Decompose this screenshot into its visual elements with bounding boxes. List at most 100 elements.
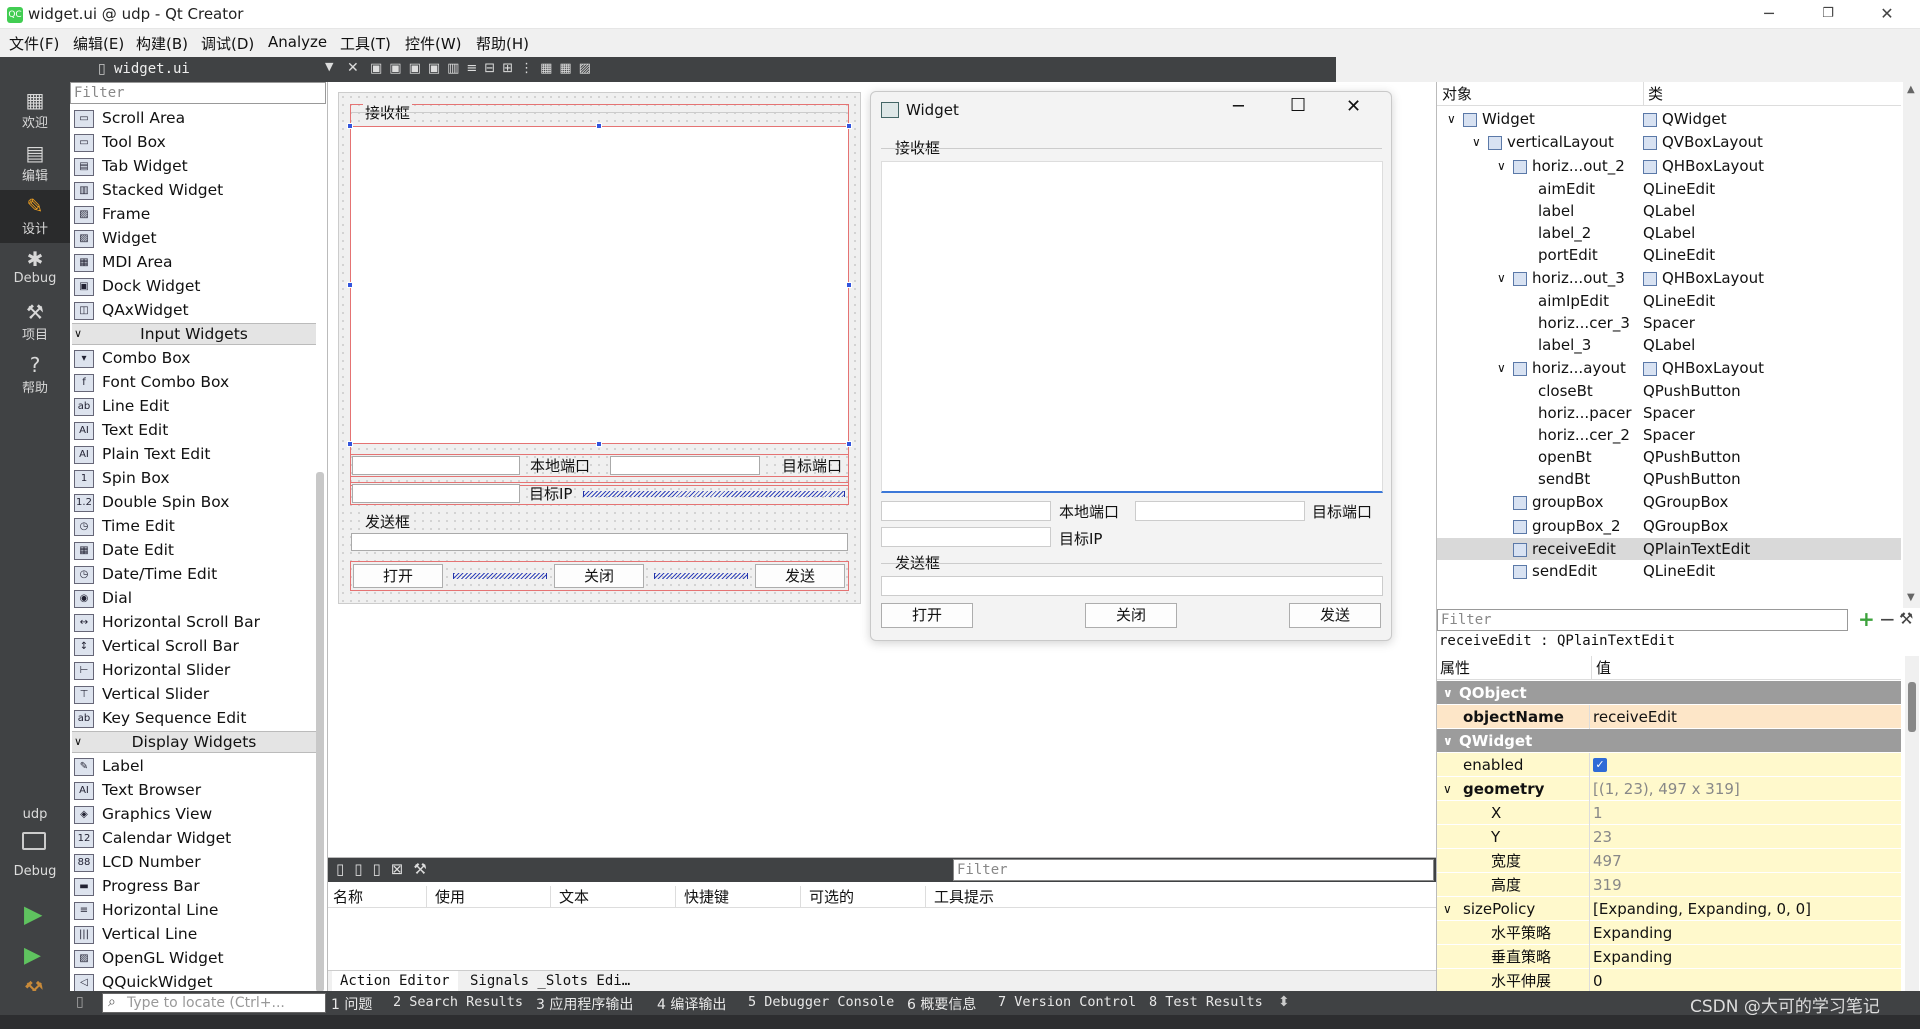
column-header-object[interactable]: 对象 [1442, 82, 1472, 106]
object-row-aimipedit[interactable]: aimIpEdit QLineEdit [1437, 290, 1901, 312]
property-row-x[interactable]: X1 [1437, 801, 1901, 825]
column-header[interactable]: 快捷键 [675, 886, 729, 908]
pane-application-output[interactable]: 3 应用程序输出 [536, 994, 633, 1014]
object-row-horiz-out_3[interactable]: ∨ horiz...out_3 QHBoxLayout [1437, 266, 1901, 290]
property-value[interactable]: Expanding [1593, 921, 1672, 945]
category-display-widgets[interactable]: ∨ Display Widgets [72, 731, 316, 753]
menu-debug[interactable]: 调试(D) [199, 32, 256, 55]
object-row-horiz-ayout[interactable]: ∨ horiz...ayout QHBoxLayout [1437, 356, 1901, 380]
chevron-down-icon[interactable]: ∨ [1497, 356, 1506, 380]
widget-item-scroll-area[interactable]: ▭ Scroll Area [74, 106, 314, 130]
object-row-horiz-out_2[interactable]: ∨ horiz...out_2 QHBoxLayout [1437, 154, 1901, 178]
selection-handle[interactable] [846, 282, 852, 288]
widget-item-text-edit[interactable]: AI Text Edit [74, 418, 314, 442]
pane-general-messages[interactable]: 6 概要信息 [907, 994, 976, 1014]
widget-item-mdi-area[interactable]: ▦ MDI Area [74, 250, 314, 274]
property-value[interactable]: 1 [1593, 801, 1603, 825]
widget-item-combo-box[interactable]: ▾ Combo Box [74, 346, 314, 370]
close-document-icon[interactable]: ✕ [347, 60, 359, 76]
horizontal-spacer[interactable] [453, 573, 547, 579]
action-toolbar-icons[interactable]: ▯▯▯⊠⚒ [336, 860, 437, 878]
debug-run-icon[interactable]: ▶ [24, 943, 41, 968]
widget-item-dock-widget[interactable]: ▣ Dock Widget [74, 274, 314, 298]
widget-item-stacked-widget[interactable]: ▥ Stacked Widget [74, 178, 314, 202]
property-scrollbar[interactable] [1905, 656, 1919, 991]
preview-minimize-icon[interactable]: ─ [1233, 96, 1244, 117]
mode-welcome[interactable]: ▦ 欢迎 [0, 84, 70, 137]
widget-item-key-sequence-edit[interactable]: ab Key Sequence Edit [74, 706, 314, 730]
widget-item-font-combo-box[interactable]: f Font Combo Box [74, 370, 314, 394]
configure-wrench-icon[interactable]: ⚒ [1899, 609, 1913, 628]
object-row-horiz-cer_3[interactable]: horiz...cer_3 Spacer [1437, 312, 1901, 334]
close-icon[interactable]: ✕ [1864, 0, 1910, 29]
widget-item-lcd-number[interactable]: 88 LCD Number [74, 850, 314, 874]
widget-item-double-spin-box[interactable]: 1.2 Double Spin Box [74, 490, 314, 514]
widget-item-calendar-widget[interactable]: 12 Calendar Widget [74, 826, 314, 850]
close-button[interactable]: 关闭 [554, 564, 644, 588]
widget-item-date-time-edit[interactable]: ◷ Date/Time Edit [74, 562, 314, 586]
pane-issues[interactable]: 1 问题 [331, 994, 372, 1014]
object-row-sendbt[interactable]: sendBt QPushButton [1437, 468, 1901, 490]
object-row-label_2[interactable]: label_2 QLabel [1437, 222, 1901, 244]
property-row--[interactable]: 宽度 497 [1437, 849, 1901, 873]
widget-box-scrollbar[interactable] [316, 472, 324, 992]
monitor-icon[interactable] [22, 832, 46, 850]
chevron-down-icon[interactable]: ∨ [1443, 897, 1452, 921]
category-input-widgets[interactable]: ∨ Input Widgets [72, 323, 316, 345]
object-row-widget[interactable]: ∨ Widget QWidget [1437, 108, 1901, 130]
toggle-sidebar-icon[interactable]: ▯ [76, 994, 84, 1010]
open-document-tab[interactable]: widget.ui [114, 61, 190, 77]
property-row-objectname[interactable]: objectName receiveEdit [1437, 705, 1901, 729]
pane-test-results[interactable]: 8 Test Results [1149, 994, 1263, 1010]
property-value[interactable]: 0 [1593, 969, 1603, 993]
enabled-checkbox[interactable]: ✓ [1593, 758, 1607, 772]
column-header[interactable]: 工具提示 [925, 886, 994, 908]
layout-toolbar-icons[interactable]: ▣▣▣▣▥≡⊟⊞⋮▦▦▨ [370, 61, 710, 78]
chevron-down-icon[interactable]: ∨ [1497, 266, 1506, 290]
widget-item-progress-bar[interactable]: ▬ Progress Bar [74, 874, 314, 898]
menu-file[interactable]: 文件(F) [7, 32, 61, 55]
object-inspector-scrollbar[interactable]: ▲ ▼ [1903, 82, 1920, 608]
send-button[interactable]: 发送 [755, 564, 845, 588]
send-edit[interactable] [351, 533, 848, 551]
widget-item-graphics-view[interactable]: ◈ Graphics View [74, 802, 314, 826]
restore-icon[interactable]: ❐ [1805, 0, 1851, 29]
object-row-sendedit[interactable]: sendEdit QLineEdit [1437, 560, 1901, 582]
column-header-value[interactable]: 值 [1591, 656, 1611, 680]
open-button[interactable]: 打开 [353, 564, 443, 588]
chevron-down-icon[interactable]: ∨ [1443, 777, 1452, 801]
pane-selector-chevron-icon[interactable]: ⬍ [1278, 994, 1290, 1010]
property-filter-input[interactable]: Filter [1437, 609, 1848, 631]
menu-help[interactable]: 帮助(H) [474, 32, 531, 55]
object-row-horiz-cer_2[interactable]: horiz...cer_2 Spacer [1437, 424, 1901, 446]
action-filter-input[interactable]: Filter [953, 859, 1434, 881]
preview-close-button[interactable]: 关闭 [1085, 603, 1177, 628]
preview-maximize-icon[interactable]: ☐ [1290, 95, 1306, 116]
object-row-label_3[interactable]: label_3 QLabel [1437, 334, 1901, 356]
property-row-y[interactable]: Y 23 [1437, 825, 1901, 849]
property-group-qobject[interactable]: ∨ QObject [1437, 681, 1901, 705]
property-row--[interactable]: 高度 319 [1437, 873, 1901, 897]
chevron-down-icon[interactable]: ∨ [1497, 154, 1506, 178]
widget-item-horizontal-line[interactable]: ≡ Horizontal Line [74, 898, 314, 922]
mode-projects[interactable]: ⚒ 项目 [0, 296, 70, 349]
menu-edit[interactable]: 编辑(E) [71, 32, 126, 55]
selection-handle[interactable] [846, 441, 852, 447]
mode-design[interactable]: ✎ 设计 [0, 190, 70, 243]
port-edit[interactable] [352, 456, 520, 475]
column-header[interactable]: 可选的 [800, 886, 854, 908]
pane-version-control[interactable]: 7 Version Control [998, 994, 1136, 1010]
chevron-down-icon[interactable]: ∨ [1443, 681, 1453, 705]
widget-item-frame[interactable]: ▨ Frame [74, 202, 314, 226]
object-row-groupbox[interactable]: groupBox QGroupBox [1437, 490, 1901, 514]
horizontal-spacer-3[interactable] [583, 491, 845, 497]
menu-analyze[interactable]: Analyze [266, 32, 329, 52]
selection-handle[interactable] [846, 123, 852, 129]
pane-search-results[interactable]: 2 Search Results [393, 994, 523, 1010]
property-row-sizepolicy[interactable]: ∨ sizePolicy [Expanding, Expanding, 0, 0] [1437, 897, 1901, 921]
property-value[interactable]: 23 [1593, 825, 1612, 849]
property-value[interactable]: [Expanding, Expanding, 0, 0] [1593, 897, 1811, 921]
object-row-portedit[interactable]: portEdit QLineEdit [1437, 244, 1901, 266]
remove-property-icon[interactable]: − [1879, 607, 1896, 631]
property-row--[interactable]: 垂直策略 Expanding [1437, 945, 1901, 969]
